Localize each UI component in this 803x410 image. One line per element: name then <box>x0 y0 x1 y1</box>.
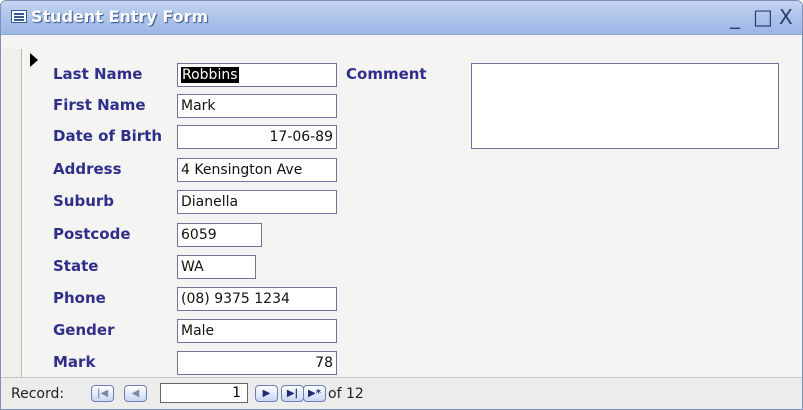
current-record-arrow-icon <box>30 53 38 67</box>
record-label: Record: <box>11 386 65 402</box>
comment-field[interactable] <box>471 63 779 149</box>
last-record-button[interactable]: ▶| <box>281 385 304 402</box>
mark-label: Mark <box>53 353 96 371</box>
address-field[interactable]: 4 Kensington Ave <box>177 158 337 182</box>
date-of-birth-label: Date of Birth <box>53 127 163 145</box>
next-record-button[interactable]: ▶ <box>255 385 278 402</box>
phone-field[interactable]: (08) 9375 1234 <box>177 287 337 311</box>
first-name-label: First Name <box>53 96 146 114</box>
new-record-icon: ▶* <box>308 387 321 399</box>
next-record-icon: ▶ <box>262 387 271 399</box>
record-count: of 12 <box>328 386 364 402</box>
last-record-icon: ▶| <box>286 387 299 399</box>
current-record-input[interactable]: 1 <box>160 383 248 403</box>
record-selector[interactable] <box>3 49 22 377</box>
form-icon <box>11 10 27 23</box>
previous-record-icon: ◀ <box>131 387 140 399</box>
close-button[interactable]: X <box>779 5 793 29</box>
postcode-field[interactable]: 6059 <box>177 223 262 247</box>
suburb-field[interactable]: Dianella <box>177 190 337 214</box>
suburb-label: Suburb <box>53 192 115 210</box>
state-field[interactable]: WA <box>177 255 256 279</box>
date-of-birth-field[interactable]: 17-06-89 <box>177 125 337 149</box>
state-label: State <box>53 257 99 275</box>
postcode-label: Postcode <box>53 225 131 243</box>
last-name-label: Last Name <box>53 65 143 83</box>
phone-label: Phone <box>53 289 106 307</box>
first-record-icon: |◀ <box>96 387 109 399</box>
first-record-button[interactable]: |◀ <box>91 385 114 402</box>
maximize-button[interactable]: □ <box>753 5 773 29</box>
student-entry-window: Student Entry Form _ □ X Last Name Robbi… <box>0 0 803 410</box>
record-navigation-bar: Record: |◀ ◀ 1 ▶ ▶| ▶* of 12 <box>1 377 802 409</box>
gender-field[interactable]: Male <box>177 319 337 343</box>
gender-label: Gender <box>53 321 115 339</box>
mark-field[interactable]: 78 <box>177 351 337 375</box>
address-label: Address <box>53 160 122 178</box>
window-title: Student Entry Form <box>31 7 209 26</box>
comment-label: Comment <box>346 65 427 83</box>
last-name-field[interactable]: Robbins <box>177 63 337 87</box>
minimize-button[interactable]: _ <box>730 5 740 29</box>
first-name-field[interactable]: Mark <box>177 94 337 118</box>
last-name-value: Robbins <box>181 67 239 83</box>
previous-record-button[interactable]: ◀ <box>124 385 147 402</box>
new-record-button[interactable]: ▶* <box>303 385 326 402</box>
title-bar[interactable]: Student Entry Form _ □ X <box>1 1 802 35</box>
